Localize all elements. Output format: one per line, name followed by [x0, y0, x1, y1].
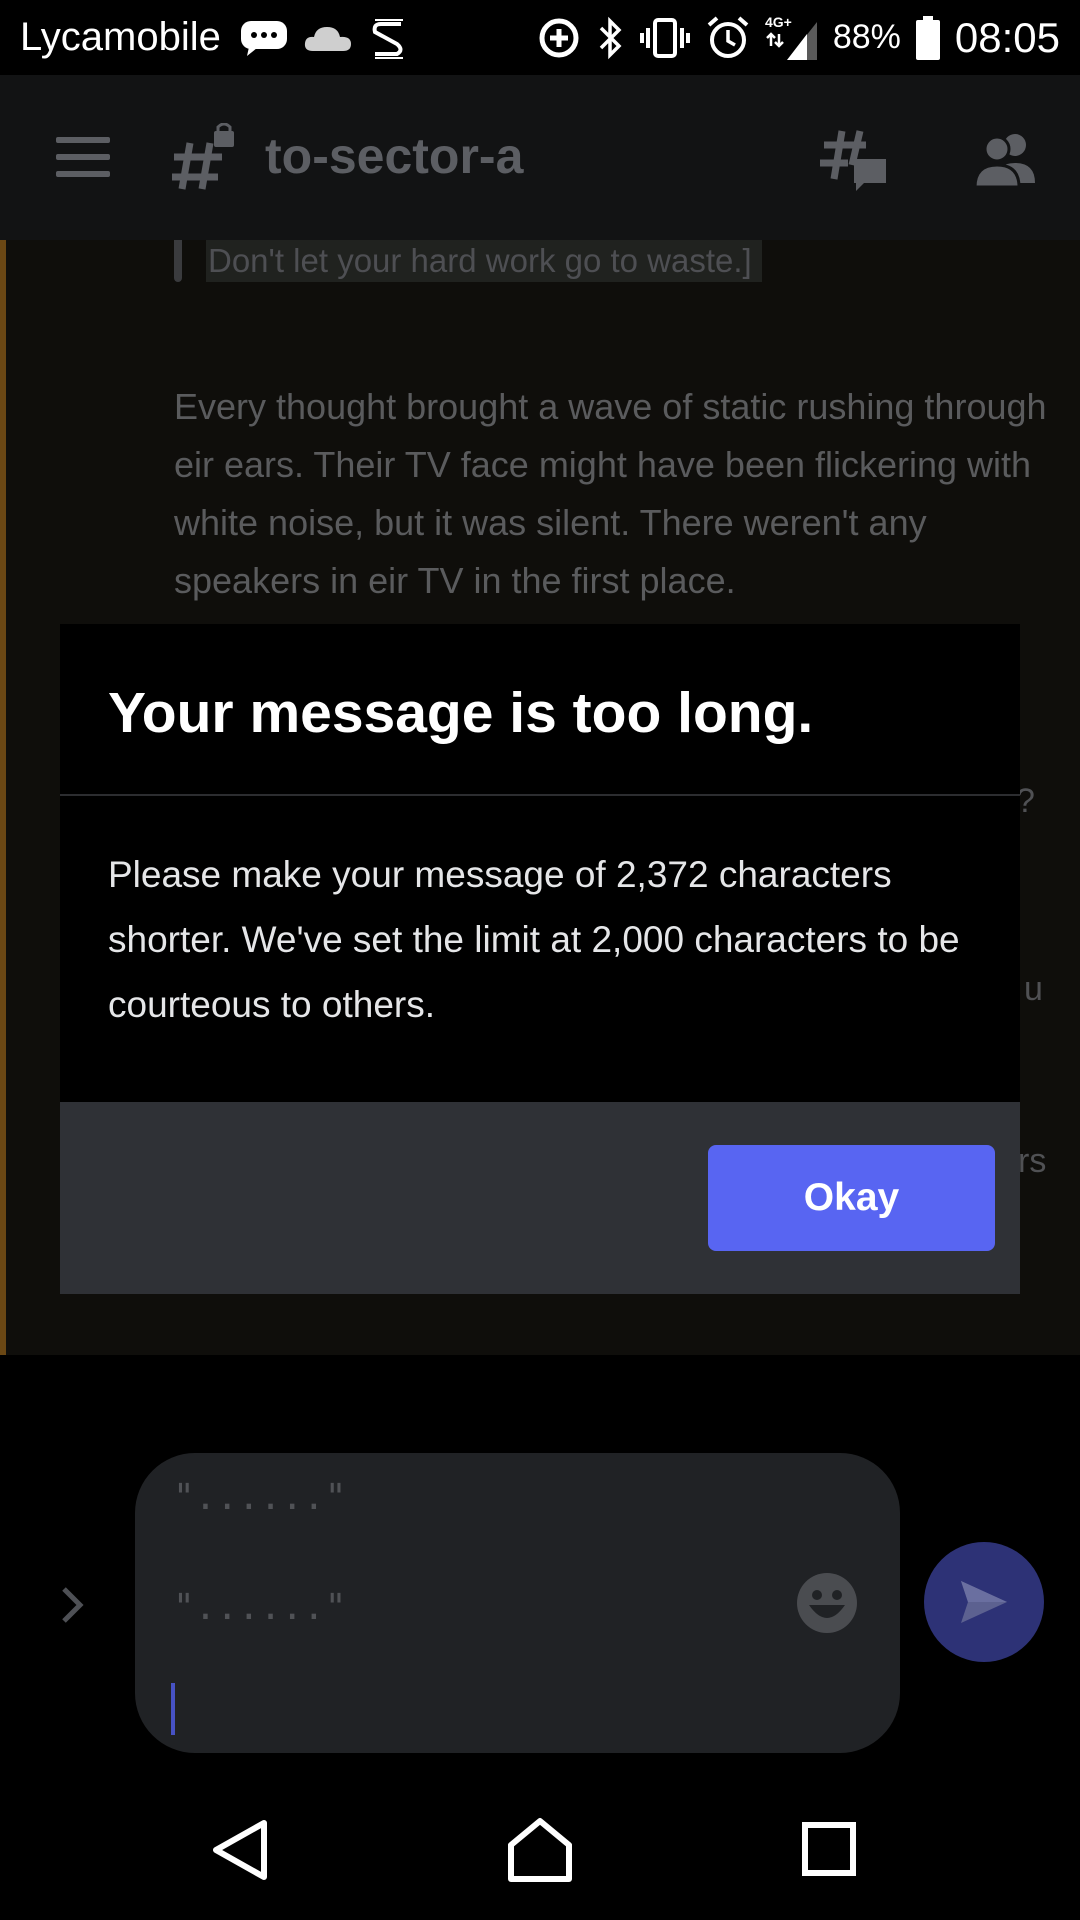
message-composer: "......" "......" [0, 1355, 1080, 1775]
system-nav-bar [0, 1775, 1080, 1920]
clock: 08:05 [954, 13, 1060, 61]
text-caret [171, 1683, 175, 1735]
okay-button[interactable]: Okay [708, 1145, 995, 1251]
expand-chevron-icon[interactable] [58, 1583, 88, 1627]
battery-icon [915, 15, 941, 61]
message-text-fragment: rs [1018, 1142, 1047, 1180]
channel-name: to-sector-a [265, 128, 524, 184]
message-too-long-dialog: Your message is too long. Please make yo… [60, 624, 1020, 1294]
channel-header: to-sector-a [0, 75, 1080, 240]
message-paragraph: Every thought brought a wave of static r… [174, 386, 1047, 601]
signal-icon: 4G+ [765, 14, 819, 62]
input-text-line: "......" [173, 1587, 347, 1628]
message-input[interactable]: "......" "......" [135, 1453, 900, 1753]
back-icon[interactable] [206, 1815, 276, 1885]
members-icon[interactable] [973, 127, 1039, 191]
message-text-fragment: u [1024, 970, 1043, 1008]
locked-channel-icon [172, 122, 236, 193]
dialog-footer: Okay [60, 1102, 1020, 1294]
message-icon [239, 19, 289, 57]
alarm-icon [705, 15, 751, 61]
menu-icon[interactable] [56, 137, 110, 177]
highlight-stripe [0, 240, 6, 1355]
blockquote-bar [174, 240, 182, 282]
send-button[interactable] [924, 1542, 1044, 1662]
recents-icon[interactable] [795, 1815, 865, 1885]
dialog-divider [60, 794, 1020, 796]
data-saver-icon [537, 16, 581, 60]
emoji-icon[interactable] [795, 1571, 859, 1635]
quoted-text: Don't let your hard work go to waste.] [206, 240, 762, 282]
input-text-line: "......" [173, 1477, 347, 1518]
threads-icon[interactable] [820, 125, 890, 195]
send-icon [961, 1581, 1007, 1623]
dialog-title: Your message is too long. [108, 681, 814, 745]
vibrate-icon [639, 16, 691, 60]
dialog-body: Please make your message of 2,372 charac… [108, 854, 960, 1025]
s-icon [367, 16, 411, 60]
home-icon[interactable] [505, 1815, 575, 1885]
status-bar: Lycamobile 4G+ 88% 08:05 [0, 0, 1080, 75]
battery-percent: 88% [832, 18, 901, 56]
bluetooth-icon [595, 16, 625, 60]
svg-text:4G+: 4G+ [765, 14, 792, 30]
carrier-name: Lycamobile [20, 15, 221, 59]
cloud-icon [303, 23, 353, 53]
